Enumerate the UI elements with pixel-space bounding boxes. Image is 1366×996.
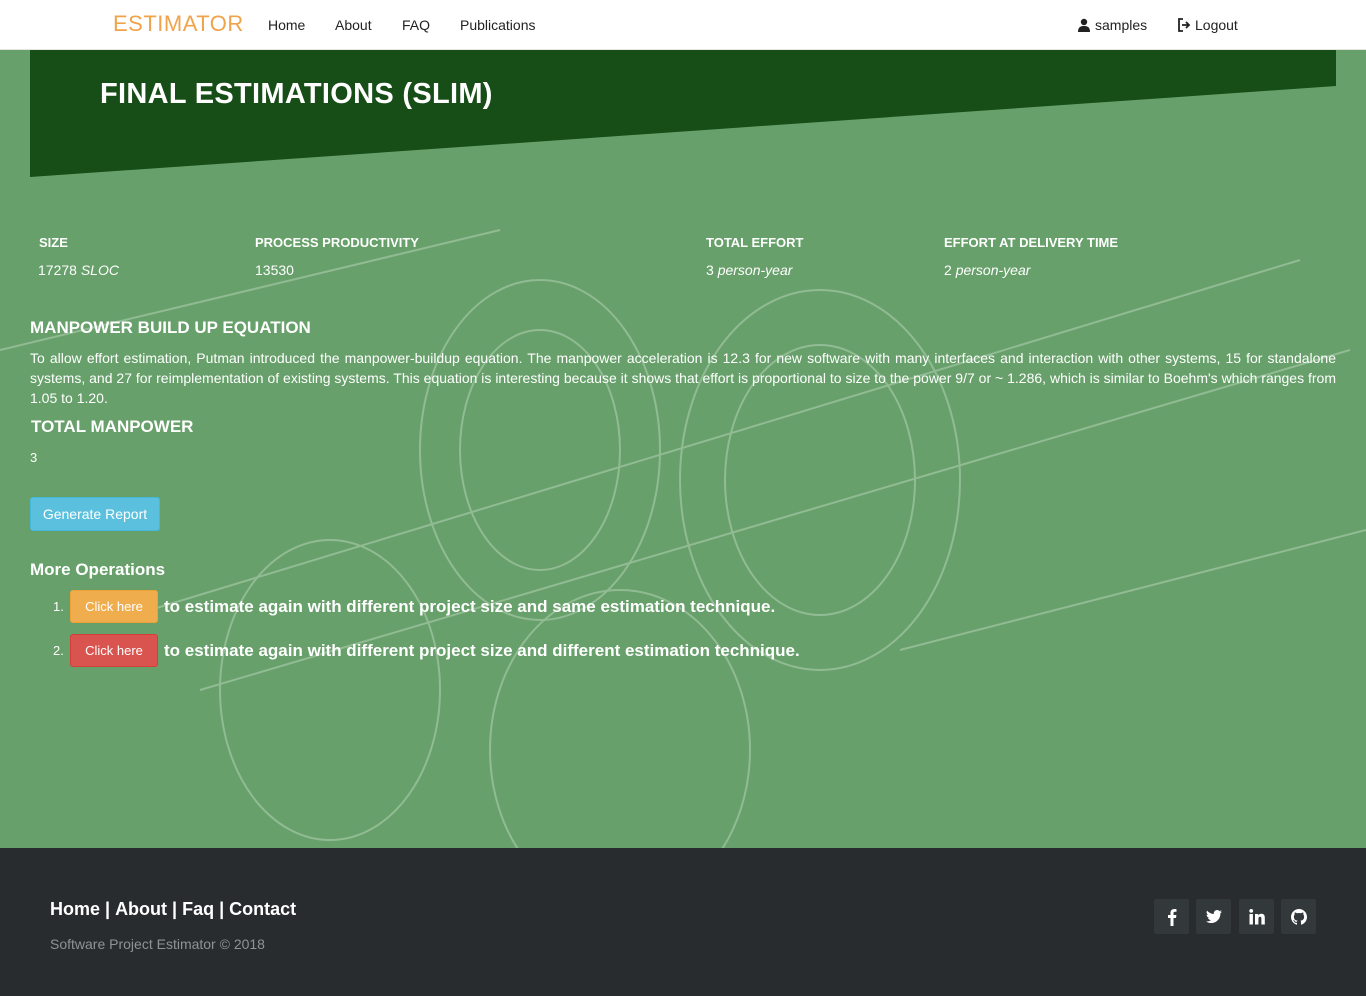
equation-description: To allow effort estimation, Putman intro… <box>30 350 1336 406</box>
nav-home-link[interactable]: Home <box>268 17 305 33</box>
stat-label-total-effort: TOTAL EFFORT <box>706 235 804 250</box>
estimate-same-technique-button[interactable]: Click here <box>70 590 158 623</box>
stat-value-delivery-effort: 2 person-year <box>944 262 1031 278</box>
title-banner <box>30 50 1336 177</box>
operation-description: to estimate again with different project… <box>164 640 800 660</box>
page-title: FINAL ESTIMATIONS (SLIM) <box>100 78 493 110</box>
linkedin-icon[interactable] <box>1239 899 1274 934</box>
nav-publications-link[interactable]: Publications <box>460 17 536 33</box>
operation-number: 2. <box>53 643 64 658</box>
logout-label: Logout <box>1195 17 1238 33</box>
footer-home-link[interactable]: Home <box>50 899 100 920</box>
twitter-icon[interactable] <box>1196 899 1231 934</box>
operation-item: 1. Click here to estimate again with dif… <box>53 590 775 623</box>
brand-logo[interactable]: ESTIMATOR <box>113 11 244 37</box>
generate-report-button[interactable]: Generate Report <box>30 497 160 531</box>
nav-about-link[interactable]: About <box>335 17 372 33</box>
username-label: samples <box>1095 17 1148 33</box>
manpower-value: 3 <box>30 450 38 465</box>
logout-link[interactable]: Logout <box>1177 17 1238 33</box>
stat-label-delivery-effort: EFFORT AT DELIVERY TIME <box>944 235 1119 250</box>
operation-description: to estimate again with different project… <box>164 596 776 616</box>
footer-contact-link[interactable]: Contact <box>229 899 296 920</box>
stat-label-size: SIZE <box>39 235 68 250</box>
user-menu[interactable]: samples <box>1077 17 1147 33</box>
facebook-icon[interactable] <box>1154 899 1189 934</box>
main-content: FINAL ESTIMATIONS (SLIM) SIZE 17278 SLOC… <box>0 50 1366 848</box>
footer-links: Home | About | Faq | Contact <box>50 899 297 920</box>
more-operations-heading: More Operations <box>30 560 166 579</box>
stat-value-total-effort: 3 person-year <box>706 262 793 278</box>
copyright-text: Software Project Estimator © 2018 <box>50 936 265 952</box>
stat-value-productivity: 13530 <box>255 262 294 278</box>
user-icon <box>1078 18 1090 32</box>
estimate-different-technique-button[interactable]: Click here <box>70 634 158 667</box>
logout-icon <box>1178 18 1191 32</box>
stat-label-productivity: PROCESS PRODUCTIVITY <box>255 235 419 250</box>
equation-heading: MANPOWER BUILD UP EQUATION <box>30 318 311 337</box>
nav-faq-link[interactable]: FAQ <box>402 17 430 33</box>
navbar: ESTIMATOR Home About FAQ Publications sa… <box>0 0 1366 50</box>
footer: Home | About | Faq | Contact Software Proje… <box>0 848 1366 996</box>
operation-item: 2. Click here to estimate again with dif… <box>53 634 800 667</box>
stat-value-size: 17278 SLOC <box>38 262 119 278</box>
manpower-heading: TOTAL MANPOWER <box>31 417 194 436</box>
footer-about-link[interactable]: About <box>115 899 167 920</box>
github-icon[interactable] <box>1281 899 1316 934</box>
operation-number: 1. <box>53 599 64 614</box>
footer-faq-link[interactable]: Faq <box>182 899 214 920</box>
